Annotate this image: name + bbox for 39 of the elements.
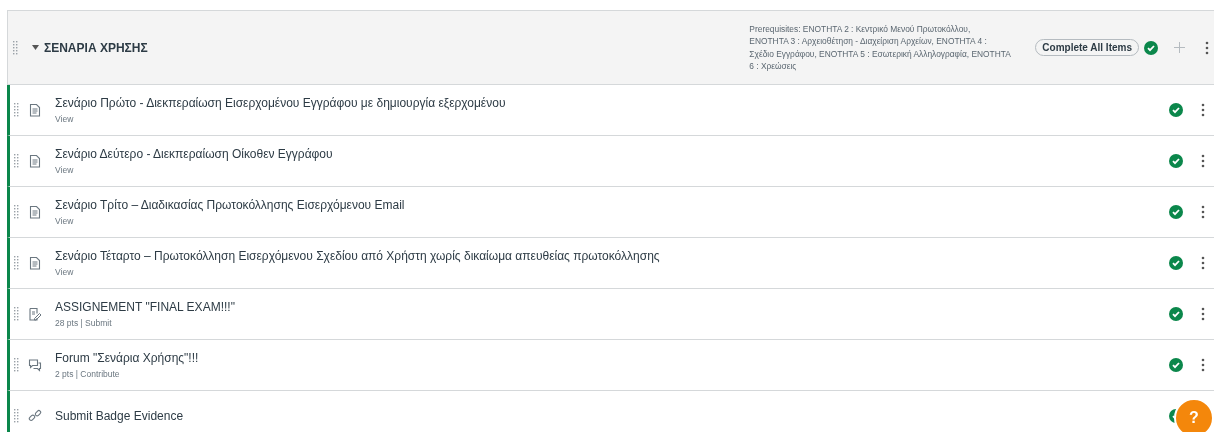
item-title-link[interactable]: Σενάριο Πρώτο - Διεκπεραίωση Εισερχομένου Εγγράφου με δημιουργία εξερχομένου (55, 96, 1169, 110)
more-options-icon[interactable] (1201, 307, 1205, 321)
drag-handle-icon[interactable] (14, 103, 19, 117)
document-icon (28, 205, 42, 219)
item-title-link[interactable]: Forum "Σενάρια Χρήσης"!!! (55, 351, 1169, 365)
item-title-link[interactable]: Submit Badge Evidence (55, 409, 1169, 423)
item-meta-text: View (55, 114, 75, 124)
add-icon[interactable] (1174, 42, 1185, 53)
chain-link-icon (28, 409, 42, 423)
item-meta-text: 2 pts | Contribute (55, 369, 121, 379)
item-meta-text: View (55, 165, 75, 175)
drag-handle-icon[interactable] (13, 40, 18, 55)
item-meta-text: View (55, 216, 75, 226)
pencil-document-icon (28, 307, 42, 321)
item-meta-text: View (55, 267, 75, 277)
item-meta-text: 28 pts | Submit (55, 318, 113, 328)
module-title[interactable]: ΣΕΝΑΡΙΑ ΧΡΗΣΗΣ (44, 40, 148, 55)
drag-handle-icon[interactable] (14, 307, 19, 321)
item-title-link[interactable]: Σενάριο Τέταρτο – Πρωτοκόλληση Εισερχόμενου Σχεδίου από Χρήστη χωρίς δικαίωμα απευθείας πρωτοκόλλησης (55, 249, 1169, 263)
drag-handle-icon[interactable] (14, 409, 19, 423)
drag-handle-icon[interactable] (14, 154, 19, 168)
drag-handle-icon[interactable] (14, 358, 19, 372)
more-options-icon[interactable] (1201, 103, 1205, 117)
drag-handle-icon[interactable] (14, 205, 19, 219)
document-icon (28, 103, 42, 117)
more-options-icon[interactable] (1205, 40, 1209, 55)
more-options-icon[interactable] (1201, 205, 1205, 219)
caret-down-icon[interactable] (32, 45, 39, 50)
item-title-link[interactable]: Σενάριο Δεύτερο - Διεκπεραίωση Οίκοθεν Εγγράφου (55, 147, 1169, 161)
document-icon (28, 256, 42, 270)
speech-bubbles-icon (28, 358, 42, 372)
prerequisites-text: Prerequisites: ΕΝΟΤΗΤΑ 2 : Κεντρικό Μενού Πρωτοκόλλου, ΕΝΟΤΗΤΑ 3 : Αρχειοθέτηση - Διαχείριση Αρχείων, ΕΝΟΤΗΤΑ 4 : Σχέδιο Εγγράφου, ΕΝΟΤΗΤΑ 5 : Εσωτερική Αλληλογραφία, ΕΝΟΤΗΤΑ 6 : Χρεώσεις (749, 22, 1012, 73)
more-options-icon[interactable] (1201, 358, 1205, 372)
item-title-link[interactable]: Σενάριο Τρίτο – Διαδικασίας Πρωτοκόλλησης Εισερχόμενου Email (55, 198, 1169, 212)
more-options-icon[interactable] (1201, 256, 1205, 270)
more-options-icon[interactable] (1201, 154, 1205, 168)
drag-handle-icon[interactable] (14, 256, 19, 270)
item-title-link[interactable]: ASSIGNEMENT "FINAL EXAM!!!" (55, 300, 1169, 314)
document-icon (28, 154, 42, 168)
